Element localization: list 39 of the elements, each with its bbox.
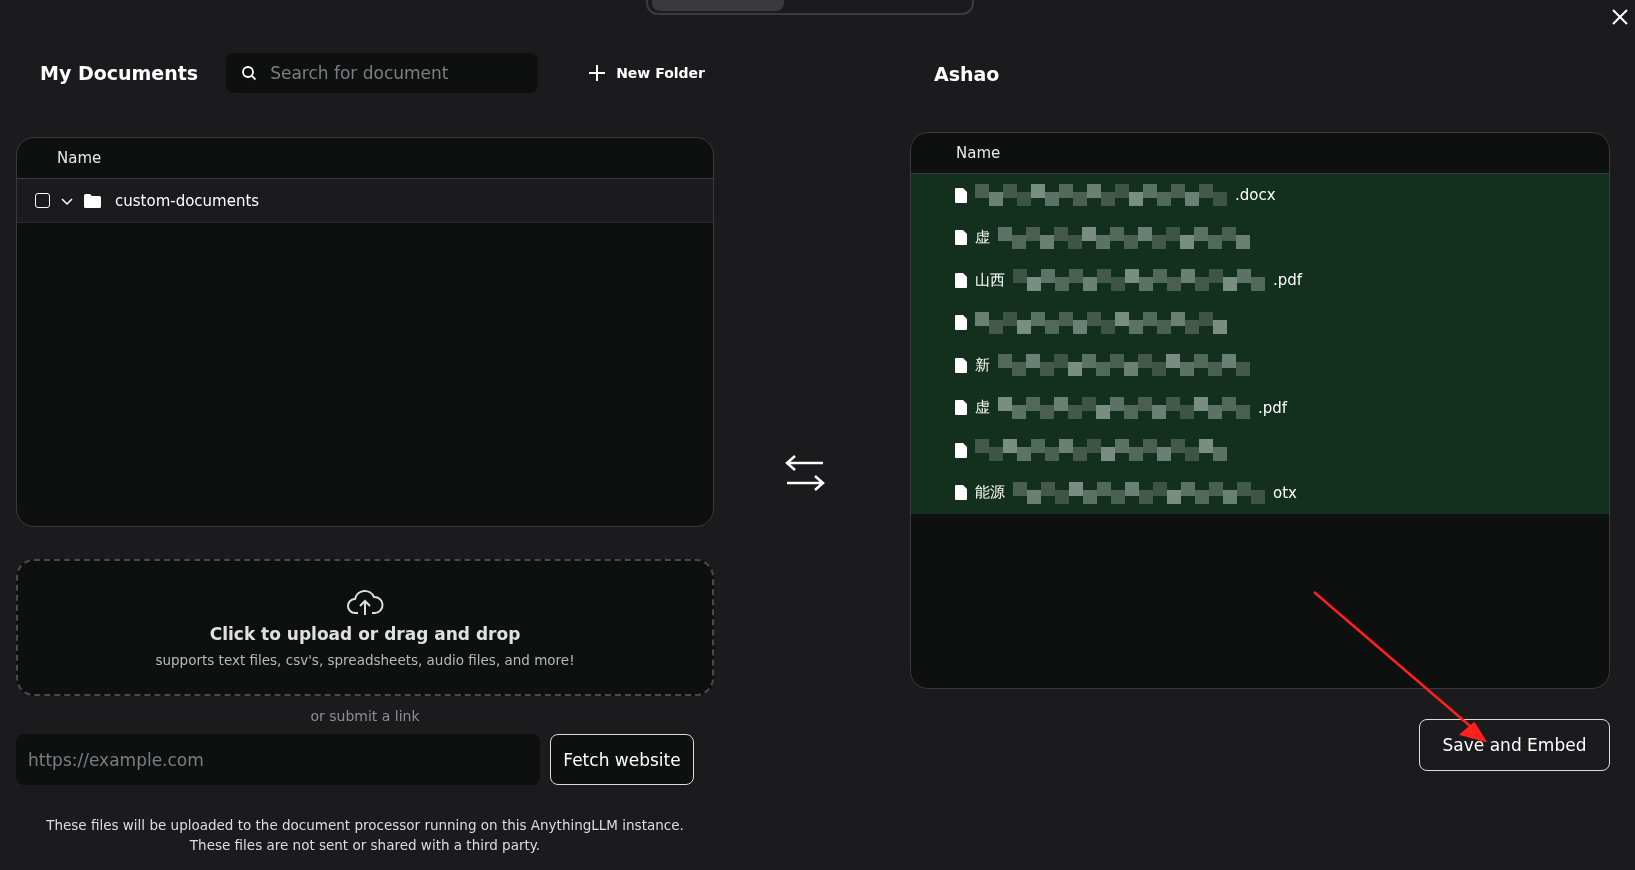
file-extension: .pdf [1273, 271, 1303, 290]
notice-text: These files will be uploaded to the document processor running on this AnythingLLM instance. [46, 816, 684, 835]
file-icon [955, 315, 967, 331]
upload-dropzone[interactable]: Click to upload or drag and drop supports text files, csv's, spreadsheets, audio files, and more! [16, 559, 714, 696]
file-icon [955, 230, 967, 246]
new-folder-button[interactable]: New Folder [586, 61, 707, 84]
file-icon [955, 357, 967, 373]
file-icon [955, 272, 967, 288]
notice-text: These files are not sent or shared with a third party. [189, 836, 541, 855]
file-icon [955, 442, 967, 458]
file-icon [955, 400, 967, 416]
file-name: 山西 [975, 270, 1005, 290]
file-name: 虚 [975, 228, 990, 248]
workspace-title: Ashao [934, 63, 1000, 85]
search-field[interactable]: Search for document [226, 52, 539, 93]
panel-title: My Documents [40, 61, 199, 84]
fetch-button[interactable]: Fetch website [550, 734, 694, 785]
file-icon [955, 187, 967, 203]
link-label: or submit a link [309, 708, 421, 724]
save-and-embed-button[interactable]: Save and Embed [1419, 719, 1610, 771]
folder-row[interactable]: custom-documents [17, 179, 713, 223]
transfer-icon[interactable] [785, 453, 825, 492]
file-icon [955, 485, 967, 501]
upload-title: Click to upload or drag and drop [209, 623, 521, 644]
column-header: Name [57, 149, 102, 167]
checkbox[interactable] [35, 193, 50, 208]
upload-hint: supports text files, csv's, spreadsheets, audio files, and more! [155, 651, 575, 668]
file-name: 虚 [975, 398, 990, 418]
file-name: 新 [975, 355, 990, 375]
file-extension: otx [1273, 483, 1297, 502]
close-icon[interactable] [1611, 8, 1629, 26]
file-extension: .pdf [1258, 398, 1288, 417]
plus-icon [588, 63, 607, 82]
file-extension: .docx [1235, 186, 1276, 205]
cloud-upload-icon [346, 587, 384, 616]
url-field[interactable]: https://example.com [16, 734, 540, 785]
file-name: 能源 [975, 483, 1005, 503]
folder-icon [84, 193, 101, 208]
column-header: Name [956, 144, 1001, 162]
